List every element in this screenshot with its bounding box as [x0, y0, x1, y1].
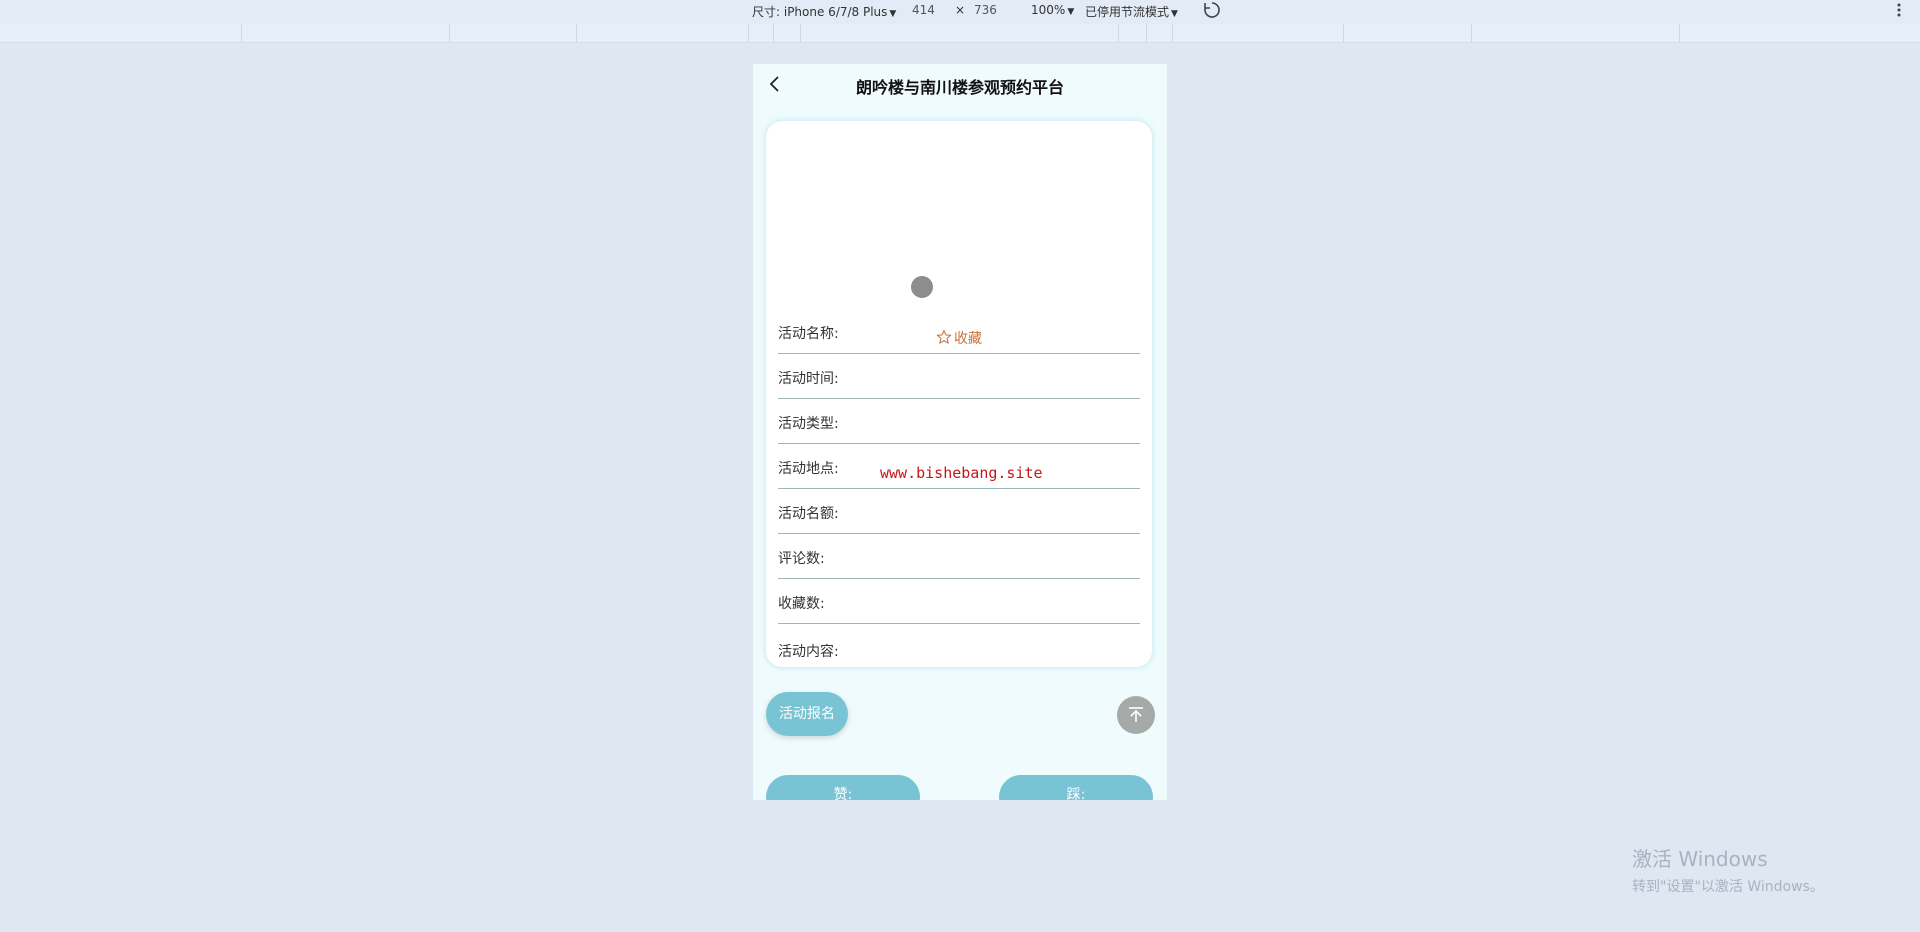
ruler-tick	[1471, 24, 1472, 42]
windows-activation-notice: 激活 Windows 转到"设置"以激活 Windows。	[1632, 843, 1824, 896]
zoom-select[interactable]: 100% ▼	[1031, 3, 1074, 17]
more-vertical-icon[interactable]	[1897, 2, 1901, 21]
field-label: 活动内容:	[778, 644, 839, 660]
arrow-up-to-top-icon	[1129, 707, 1143, 722]
ruler-tick	[1146, 24, 1147, 42]
field-favorite-count: 收藏数:	[778, 579, 1140, 624]
ruler-tick	[1679, 24, 1680, 42]
ruler-tick	[773, 24, 774, 42]
width-input[interactable]: 414	[912, 3, 935, 17]
field-label: 活动名额:	[778, 506, 839, 522]
caret-down-icon: ▼	[889, 9, 897, 19]
field-label: 活动名称:	[778, 326, 839, 342]
ruler-tick	[241, 24, 242, 42]
dislike-button[interactable]: 踩:	[999, 775, 1153, 800]
scroll-top-button[interactable]	[1117, 696, 1155, 734]
field-activity-content: 活动内容:	[778, 627, 1140, 671]
loading-spinner-icon	[911, 276, 933, 298]
device-select[interactable]: 尺寸: iPhone 6/7/8 Plus ▼	[752, 3, 896, 20]
device-label: 尺寸: iPhone 6/7/8 Plus	[752, 5, 888, 19]
rotate-icon[interactable]	[1203, 1, 1221, 22]
ruler-tick	[748, 24, 749, 42]
ruler-tick	[1343, 24, 1344, 42]
site-watermark: www.bishebang.site	[880, 464, 1043, 482]
like-button[interactable]: 赞:	[766, 775, 920, 800]
ruler-tick	[449, 24, 450, 42]
phone-viewport: 朗吟楼与南川楼参观预约平台 收藏 活动名称: 活动时间: 活动类型: 活动地点:…	[753, 64, 1167, 800]
ruler-tick	[800, 24, 801, 42]
activation-hint: 转到"设置"以激活 Windows。	[1632, 879, 1824, 895]
ruler-tick	[1172, 24, 1173, 42]
field-label: 收藏数:	[778, 596, 825, 612]
throttle-label: 已停用节流模式	[1085, 5, 1170, 19]
field-activity-time: 活动时间:	[778, 354, 1140, 399]
page-title: 朗吟楼与南川楼参观预约平台	[855, 78, 1064, 97]
zoom-label: 100%	[1031, 3, 1066, 17]
field-label: 活动时间:	[778, 371, 839, 387]
detail-card: 收藏 活动名称: 活动时间: 活动类型: 活动地点: 活动名额: 评论数: 收藏…	[766, 121, 1152, 667]
times-sign: ×	[955, 3, 966, 17]
field-activity-type: 活动类型:	[778, 399, 1140, 444]
field-comment-count: 评论数:	[778, 534, 1140, 579]
ruler-tick	[576, 24, 577, 42]
caret-down-icon: ▼	[1067, 7, 1075, 17]
ruler-tick	[1118, 24, 1119, 42]
field-activity-quota: 活动名额:	[778, 489, 1140, 534]
throttle-select[interactable]: 已停用节流模式 ▼	[1085, 3, 1178, 20]
signup-button[interactable]: 活动报名	[766, 692, 848, 736]
caret-down-icon: ▼	[1171, 9, 1178, 19]
field-activity-name: 活动名称:	[778, 309, 1140, 354]
field-label: 活动地点:	[778, 461, 839, 477]
page-header: 朗吟楼与南川楼参观预约平台	[753, 64, 1167, 104]
field-label: 评论数:	[778, 551, 825, 567]
field-label: 活动类型:	[778, 416, 839, 432]
activation-title: 激活 Windows	[1632, 847, 1768, 871]
height-input[interactable]: 736	[974, 3, 997, 17]
media-query-ruler	[0, 24, 1920, 43]
devtools-toolbar: 尺寸: iPhone 6/7/8 Plus ▼ 414 × 736 100% ▼ 已…	[0, 0, 1920, 24]
